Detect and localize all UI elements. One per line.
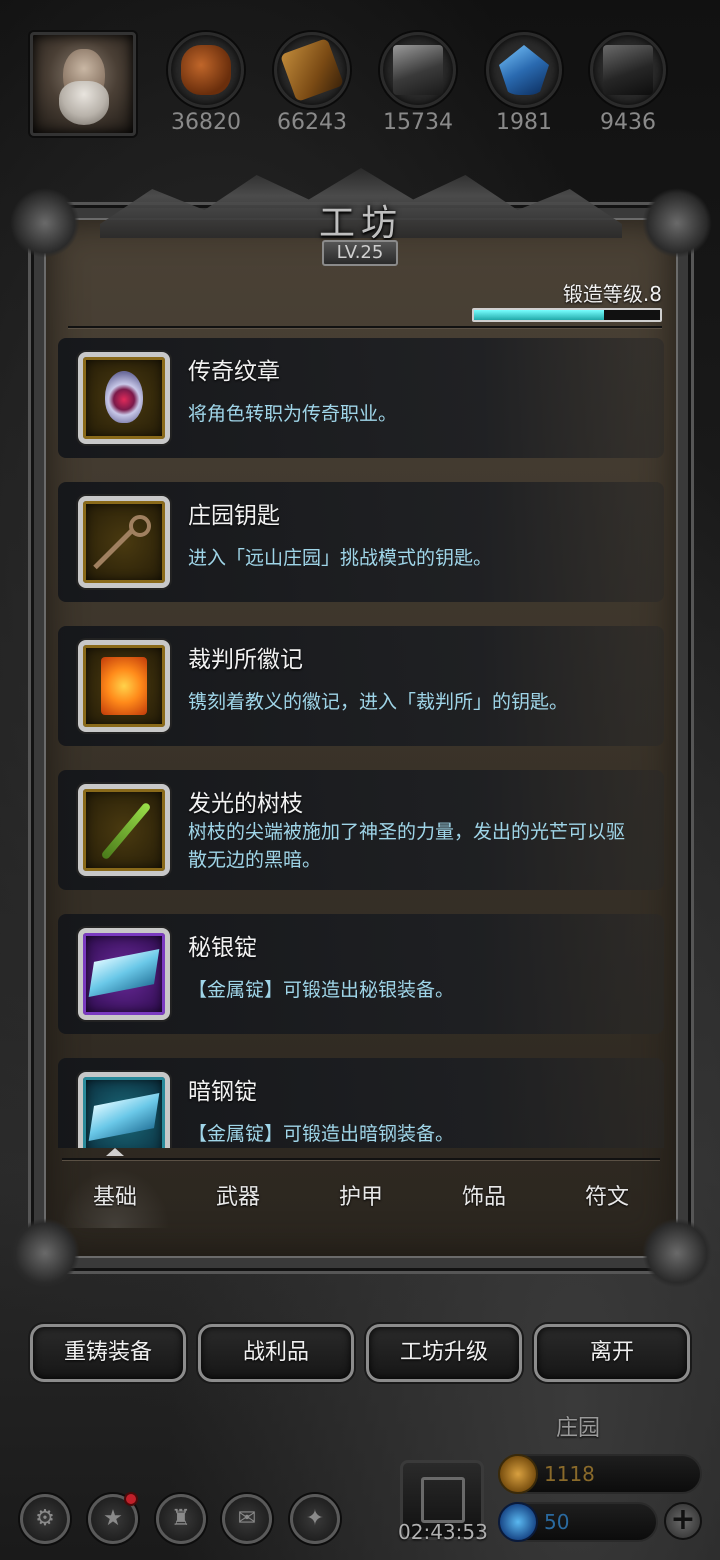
guild-icon[interactable]: ♜: [156, 1494, 206, 1544]
iron-bars-icon: [380, 32, 456, 108]
resource-value: 15734: [383, 110, 453, 135]
forge-progress-fill: [474, 310, 605, 320]
forge-progress-bar: [472, 308, 662, 322]
resource-planks[interactable]: 66243: [262, 32, 362, 135]
list-item[interactable]: 庄园钥匙 进入「远山庄园」挑战模式的钥匙。: [58, 482, 664, 602]
map-icon[interactable]: ✦: [290, 1494, 340, 1544]
gift-timer: 02:43:53: [398, 1520, 488, 1544]
gem-value: 50: [544, 1510, 570, 1534]
gold-coin-icon: [498, 1454, 538, 1494]
item-description: 树枝的尖端被施加了神圣的力量，发出的光芒可以驱散无边的黑暗。: [188, 821, 626, 871]
item-name: 庄园钥匙: [188, 503, 280, 529]
lumber-planks-icon: [274, 32, 350, 108]
item-name: 秘银锭: [188, 935, 257, 961]
tab-weapons[interactable]: 武器: [183, 1168, 293, 1228]
leave-button[interactable]: 离开: [534, 1324, 690, 1382]
wood-logs-icon: [168, 32, 244, 108]
settings-icon[interactable]: ⚙: [20, 1494, 70, 1544]
crystal-icon: [486, 32, 562, 108]
upgrade-workshop-button[interactable]: 工坊升级: [366, 1324, 522, 1382]
item-name: 发光的树枝: [188, 791, 303, 817]
item-list[interactable]: 传奇纹章 将角色转职为传奇职业。 庄园钥匙 进入「远山庄园」挑战模式的钥匙。 裁…: [58, 338, 664, 1148]
item-description: 镌刻着教义的徽记，进入「裁判所」的钥匙。: [188, 691, 569, 713]
tabs-divider: [62, 1158, 660, 1160]
item-description: 进入「远山庄园」挑战模式的钥匙。: [188, 547, 493, 569]
frame-corner: [642, 1218, 712, 1288]
item-description: 【金属锭】可锻造出秘银装备。: [188, 979, 455, 1001]
resource-steel[interactable]: 9436: [578, 32, 678, 135]
add-gems-button[interactable]: +: [664, 1502, 702, 1540]
resource-value: 36820: [171, 110, 241, 135]
gift-icon: [421, 1477, 465, 1523]
forge-level-label: 锻造等级.8: [562, 282, 662, 306]
list-item[interactable]: 发光的树枝 树枝的尖端被施加了神圣的力量，发出的光芒可以驱散无边的黑暗。: [58, 770, 664, 890]
resource-iron[interactable]: 15734: [368, 32, 468, 135]
gem-currency: 50: [498, 1502, 658, 1542]
resource-bar: 36820 66243 15734 1981 9436: [0, 0, 720, 150]
resource-value: 9436: [600, 110, 656, 135]
item-name: 传奇纹章: [188, 359, 280, 385]
item-description: 将角色转职为传奇职业。: [188, 403, 398, 425]
key-icon: [78, 496, 170, 588]
steel-bars-icon: [590, 32, 666, 108]
reforge-equipment-button[interactable]: 重铸装备: [30, 1324, 186, 1382]
frame-corner: [10, 1218, 80, 1288]
list-item[interactable]: 暗钢锭 【金属锭】可锻造出暗钢装备。: [58, 1058, 664, 1148]
mithril-ingot-icon: [78, 928, 170, 1020]
divider: [68, 326, 662, 328]
estate-label: 庄园: [556, 1416, 601, 1441]
avatar-beard: [59, 81, 109, 125]
panel-title: 工坊: [318, 203, 403, 244]
resource-wood[interactable]: 36820: [156, 32, 256, 135]
workshop-panel: 工坊 LV.25 锻造等级.8 传奇纹章 将角色转职为传奇职业。 庄园钥匙 进入…: [10, 168, 712, 1288]
legendary-emblem-icon: [78, 352, 170, 444]
item-name: 暗钢锭: [188, 1079, 257, 1105]
tab-accessories[interactable]: 饰品: [429, 1168, 539, 1228]
darksteel-ingot-icon: [78, 1072, 170, 1148]
tab-runes[interactable]: 符文: [552, 1168, 662, 1228]
resource-value: 66243: [277, 110, 347, 135]
list-item[interactable]: 秘银锭 【金属锭】可锻造出秘银装备。: [58, 914, 664, 1034]
loot-button[interactable]: 战利品: [198, 1324, 354, 1382]
list-item[interactable]: 传奇纹章 将角色转职为传奇职业。: [58, 338, 664, 458]
notification-badge: [124, 1492, 138, 1506]
tab-basic[interactable]: 基础: [60, 1168, 170, 1228]
tab-armor[interactable]: 护甲: [306, 1168, 416, 1228]
category-tabs: 基础 武器 护甲 饰品 符文: [50, 1168, 670, 1228]
inquisition-seal-icon: [78, 640, 170, 732]
gold-currency: 1118: [498, 1454, 702, 1494]
list-item[interactable]: 裁判所徽记 镌刻着教义的徽记，进入「裁判所」的钥匙。: [58, 626, 664, 746]
active-tab-indicator-icon: [106, 1148, 124, 1156]
item-name: 裁判所徽记: [188, 647, 303, 673]
resource-crystal[interactable]: 1981: [474, 32, 574, 135]
workshop-level-badge: LV.25: [322, 240, 398, 266]
item-description: 【金属锭】可锻造出暗钢装备。: [188, 1123, 455, 1145]
glowing-branch-icon: [78, 784, 170, 876]
gold-value: 1118: [544, 1462, 595, 1486]
resource-value: 1981: [496, 110, 552, 135]
gem-icon: [498, 1502, 538, 1542]
player-avatar[interactable]: [30, 32, 136, 136]
mail-icon[interactable]: ✉: [222, 1494, 272, 1544]
